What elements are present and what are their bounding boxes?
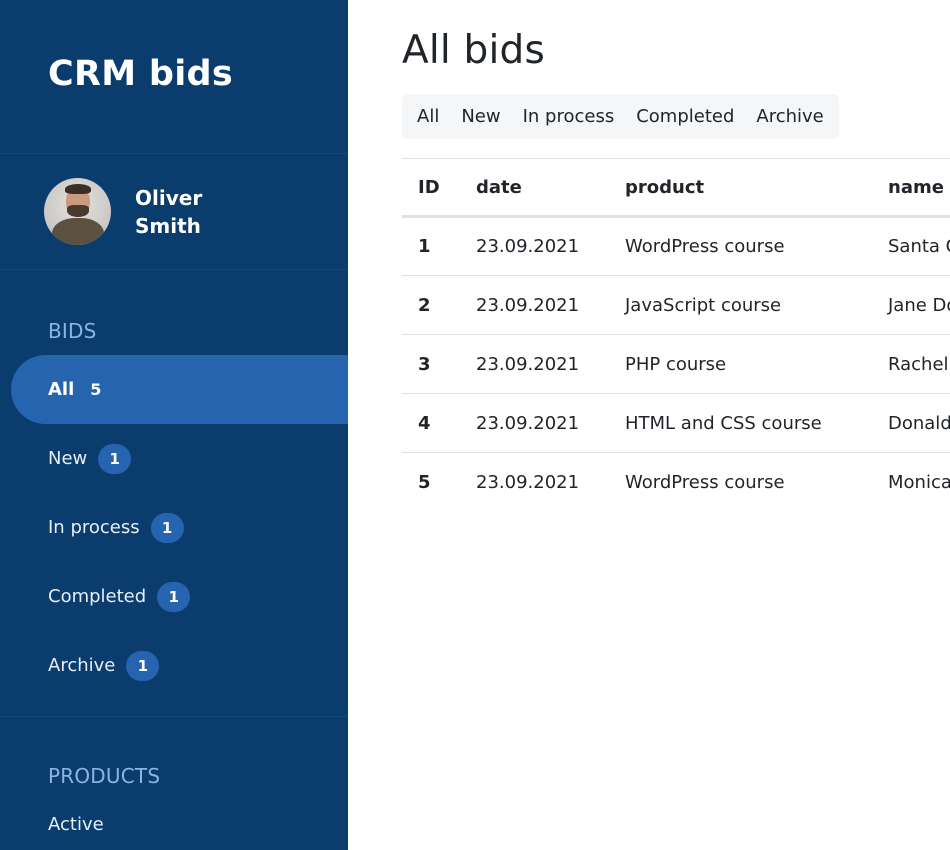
sidebar-item-label: New (48, 448, 88, 469)
column-header-date[interactable]: date (460, 159, 609, 217)
table-row[interactable]: 5 23.09.2021 WordPress course Monica (402, 453, 950, 512)
filter-completed[interactable]: Completed (625, 94, 745, 139)
cell-id: 1 (418, 236, 431, 257)
sidebar-item-label: In process (48, 517, 140, 538)
filter-all[interactable]: All (406, 94, 450, 139)
avatar (44, 178, 111, 245)
cell-name: Monica (888, 471, 950, 493)
cell-name: Santa C (888, 236, 950, 257)
cell-product: PHP course (625, 353, 727, 375)
table-row[interactable]: 4 23.09.2021 HTML and CSS course Donald (402, 394, 950, 453)
cell-name: Jane Do (888, 294, 950, 316)
cell-name: Donald (888, 412, 950, 434)
user-profile[interactable]: Oliver Smith (0, 154, 348, 270)
count-badge: 1 (150, 512, 184, 543)
cell-date: 23.09.2021 (476, 412, 580, 434)
cell-id: 5 (418, 471, 431, 493)
cell-date: 23.09.2021 (476, 353, 580, 375)
table-row[interactable]: 3 23.09.2021 PHP course Rachel (402, 335, 950, 394)
cell-id: 3 (418, 353, 431, 375)
cell-date: 23.09.2021 (476, 471, 580, 493)
user-first-name: Oliver (135, 185, 203, 210)
filter-archive[interactable]: Archive (745, 94, 834, 139)
bids-section-label: BIDS (48, 319, 97, 343)
cell-product: HTML and CSS course (625, 412, 822, 434)
cell-product: JavaScript course (625, 294, 782, 316)
sidebar-item-new[interactable]: New 1 (0, 424, 348, 493)
bids-nav: All 5 New 1 In process 1 Completed 1 Arc… (0, 355, 348, 700)
cell-id: 2 (418, 294, 431, 316)
sidebar-item-archive[interactable]: Archive 1 (0, 631, 348, 700)
cell-product: WordPress course (625, 471, 785, 493)
user-name: Oliver Smith (135, 184, 202, 240)
main-content: All bids All New In process Completed Ar… (348, 0, 950, 850)
cell-date: 23.09.2021 (476, 294, 580, 316)
brand-header: CRM bids (0, 0, 348, 154)
cell-date: 23.09.2021 (476, 236, 580, 257)
sidebar-item-label: Archive (48, 655, 116, 676)
count-badge: 1 (98, 443, 132, 474)
filter-new[interactable]: New (450, 94, 511, 139)
sidebar: CRM bids Oliver Smith BIDS All 5 New 1 I… (0, 0, 348, 850)
cell-name: Rachel (888, 353, 949, 375)
bids-table: ID date product name 1 23.09.2021 WordPr… (402, 158, 950, 512)
products-section-label: PRODUCTS (48, 764, 161, 788)
sidebar-item-completed[interactable]: Completed 1 (0, 562, 348, 631)
column-header-name[interactable]: name (872, 159, 950, 217)
sidebar-item-in-process[interactable]: In process 1 (0, 493, 348, 562)
sidebar-item-label: Completed (48, 586, 147, 607)
sidebar-divider (0, 716, 348, 717)
table-header-row: ID date product name (402, 158, 950, 217)
count-badge: 1 (157, 581, 191, 612)
cell-id: 4 (418, 412, 431, 434)
status-filter-group: All New In process Completed Archive (402, 94, 839, 139)
sidebar-item-all[interactable]: All 5 (11, 355, 348, 424)
sidebar-item-label: Active (48, 813, 104, 835)
filter-in-process[interactable]: In process (512, 94, 626, 139)
table-row[interactable]: 2 23.09.2021 JavaScript course Jane Do (402, 276, 950, 335)
app-title: CRM bids (48, 54, 233, 94)
count-badge: 1 (126, 650, 160, 681)
sidebar-item-active-products[interactable]: Active (0, 791, 348, 847)
bids-table-container: ID date product name 1 23.09.2021 WordPr… (402, 158, 950, 512)
table-row[interactable]: 1 23.09.2021 WordPress course Santa C (402, 217, 950, 276)
count-badge: 5 (90, 380, 102, 399)
column-header-id[interactable]: ID (402, 159, 460, 217)
page-title: All bids (402, 28, 546, 73)
cell-product: WordPress course (625, 236, 785, 257)
user-last-name: Smith (135, 213, 201, 238)
column-header-product[interactable]: product (609, 159, 872, 217)
sidebar-item-label: All (48, 379, 75, 400)
